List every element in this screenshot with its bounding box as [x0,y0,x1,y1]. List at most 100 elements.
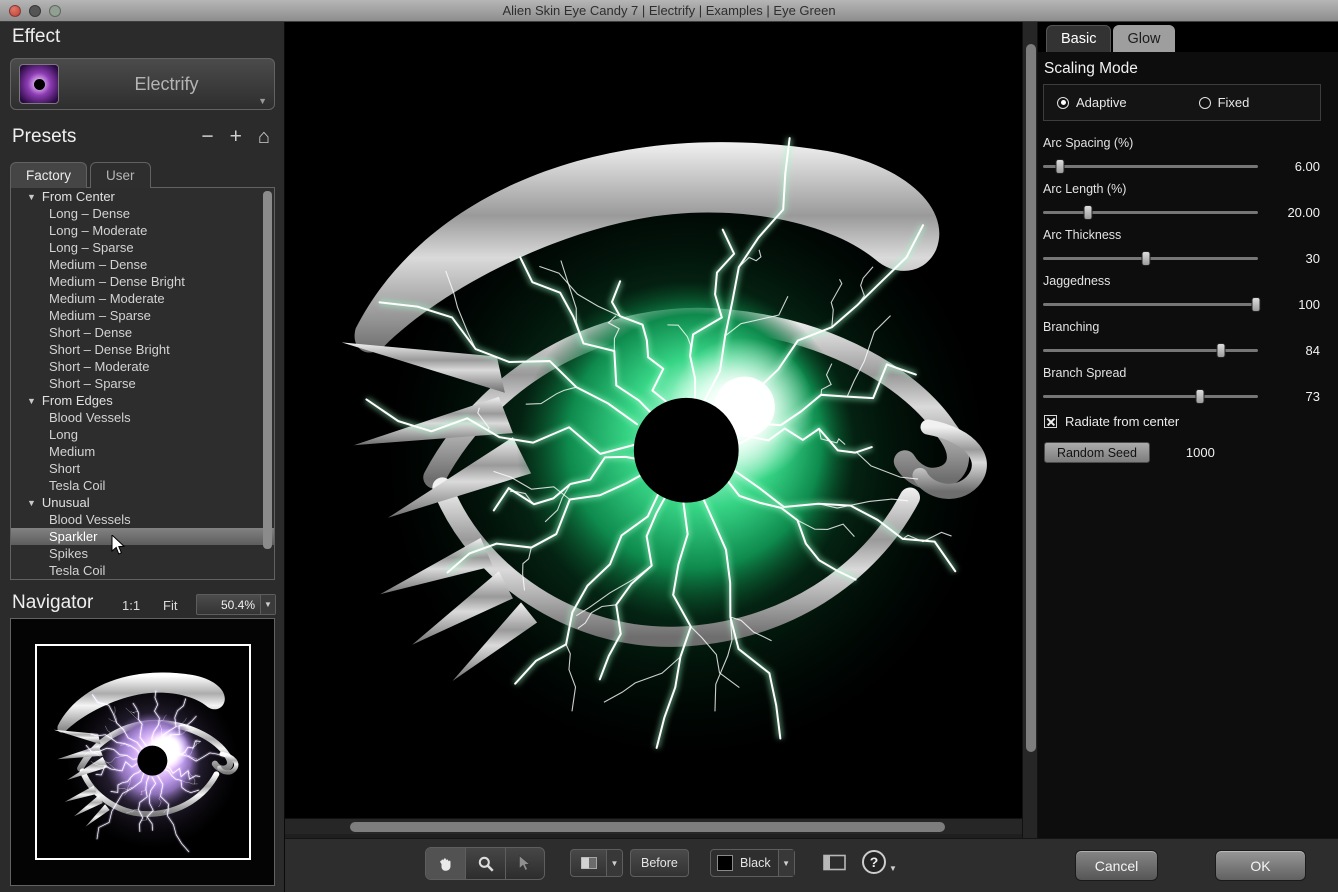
actual-size-button[interactable]: 1:1 [122,598,140,613]
cursor-arrow-icon [517,855,533,873]
help-menu[interactable]: ? ▼ [862,850,897,874]
zoom-tool-button[interactable] [465,848,504,879]
preset-item[interactable]: Long – Sparse [11,239,274,256]
preset-group-header[interactable]: ▼From Edges [11,392,274,409]
cancel-button[interactable]: Cancel [1075,850,1158,881]
titlebar: Alien Skin Eye Candy 7 | Electrify | Exa… [0,0,1338,22]
slider-thumb[interactable] [1195,389,1204,404]
preset-item[interactable]: Tesla Coil [11,477,274,494]
scaling-mode-group: Adaptive Fixed [1043,84,1321,121]
slider-group: Arc Length (%)20.00 [1043,182,1331,228]
preview-split-button[interactable] [571,850,606,876]
hand-tool-button[interactable] [426,848,465,879]
slider-group: Branching84 [1043,320,1331,366]
preset-item[interactable]: Medium [11,443,274,460]
help-icon: ? [862,850,886,874]
preset-item[interactable]: Long [11,426,274,443]
remove-preset-button[interactable]: − [201,126,213,148]
bottom-toolbar: ▼ Before Black ▼ ? ▼ Cancel OK [285,838,1338,892]
preset-item[interactable]: Medium – Dense Bright [11,273,274,290]
preset-item[interactable]: Short – Dense [11,324,274,341]
slider-thumb[interactable] [1084,205,1093,220]
ok-button[interactable]: OK [1215,850,1306,881]
radio-unselected-icon [1199,97,1211,109]
tab-user[interactable]: User [90,162,151,188]
navigator-thumbnail[interactable] [35,644,251,860]
slider-track[interactable] [1043,165,1258,168]
preset-item[interactable]: Short – Dense Bright [11,341,274,358]
slider-track[interactable] [1043,257,1258,260]
chevron-down-icon: ▼ [889,864,897,873]
horizontal-scrollbar[interactable] [285,818,1022,834]
scrollbar-thumb[interactable] [1026,44,1036,752]
radio-selected-icon [1057,97,1069,109]
split-view-icon [581,857,597,869]
slider-thumb[interactable] [1217,343,1226,358]
settings-panel: Basic Glow Scaling Mode Adaptive Fixed A… [1038,22,1338,838]
slider-thumb[interactable] [1142,251,1151,266]
slider-track[interactable] [1043,349,1258,352]
tab-basic[interactable]: Basic [1046,25,1111,52]
scrollbar-thumb[interactable] [263,191,272,549]
effect-selector[interactable]: Electrify ▼ [10,58,275,110]
preset-list-scrollbar[interactable] [263,190,272,576]
preset-group-label: From Center [42,189,115,204]
preset-item[interactable]: Blood Vessels [11,511,274,528]
slider-track[interactable] [1043,303,1258,306]
preset-item[interactable]: Medium – Sparse [11,307,274,324]
slider-value: 30 [1258,251,1320,266]
zoom-level-dropdown[interactable]: 50.4% ▼ [196,594,276,615]
preset-item[interactable]: Short – Sparse [11,375,274,392]
radio-adaptive[interactable]: Adaptive [1057,95,1127,110]
preset-item[interactable]: Tesla Coil [11,562,274,579]
slider-thumb[interactable] [1056,159,1065,174]
background-color-dropdown[interactable]: Black ▼ [710,849,795,877]
preset-item[interactable]: Short – Moderate [11,358,274,375]
preset-tabs: Factory User [10,162,154,188]
slider-track[interactable] [1043,395,1258,398]
radiate-checkbox-row[interactable]: Radiate from center [1044,414,1179,429]
preset-item[interactable]: Blood Vessels [11,409,274,426]
hand-icon [437,855,455,873]
before-button[interactable]: Before [630,849,689,877]
random-seed-button[interactable]: Random Seed [1044,442,1150,463]
preset-tools: − + ⌂ [201,126,270,148]
effect-heading: Effect [12,26,60,48]
fit-button[interactable]: Fit [163,598,177,613]
black-swatch-icon [717,855,733,871]
preset-group-header[interactable]: ▼ From Center [11,188,274,205]
slider-label: Arc Length (%) [1043,182,1331,196]
preset-group-header[interactable]: ▼Unusual [11,494,274,511]
slider-thumb[interactable] [1251,297,1260,312]
navigator-heading: Navigator [12,592,93,614]
add-preset-button[interactable]: + [230,126,242,148]
slider-label: Arc Thickness [1043,228,1331,242]
radio-fixed[interactable]: Fixed [1199,95,1250,110]
tab-factory[interactable]: Factory [10,162,87,188]
preset-list: ▼From CenterLong – DenseLong – ModerateL… [10,187,275,580]
checkbox-checked-icon[interactable] [1044,415,1057,428]
preview-canvas[interactable] [285,22,1022,818]
scrollbar-thumb[interactable] [350,822,945,832]
vertical-scrollbar[interactable] [1022,22,1038,838]
slider-group: Branch Spread73 [1043,366,1331,412]
home-icon[interactable]: ⌂ [258,126,270,148]
preview-split-dropdown: ▼ [570,849,623,877]
presets-heading: Presets [12,126,76,148]
slider-track[interactable] [1043,211,1258,214]
preset-item[interactable]: Long – Moderate [11,222,274,239]
preset-item[interactable]: Long – Dense [11,205,274,222]
preset-item[interactable]: Short [11,460,274,477]
tab-glow[interactable]: Glow [1113,25,1174,52]
slider-value: 84 [1258,343,1320,358]
select-tool-button[interactable] [505,848,544,879]
preset-item[interactable]: Medium – Moderate [11,290,274,307]
preset-item[interactable]: Medium – Dense [11,256,274,273]
chevron-down-icon: ▼ [260,595,275,614]
preset-item[interactable]: Sparkler [11,528,274,545]
collapse-triangle-icon: ▼ [27,192,36,202]
preset-item[interactable]: Spikes [11,545,274,562]
slider-label: Arc Spacing (%) [1043,136,1331,150]
chevron-down-icon[interactable]: ▼ [606,850,622,876]
panel-toggle-button[interactable] [823,854,847,877]
